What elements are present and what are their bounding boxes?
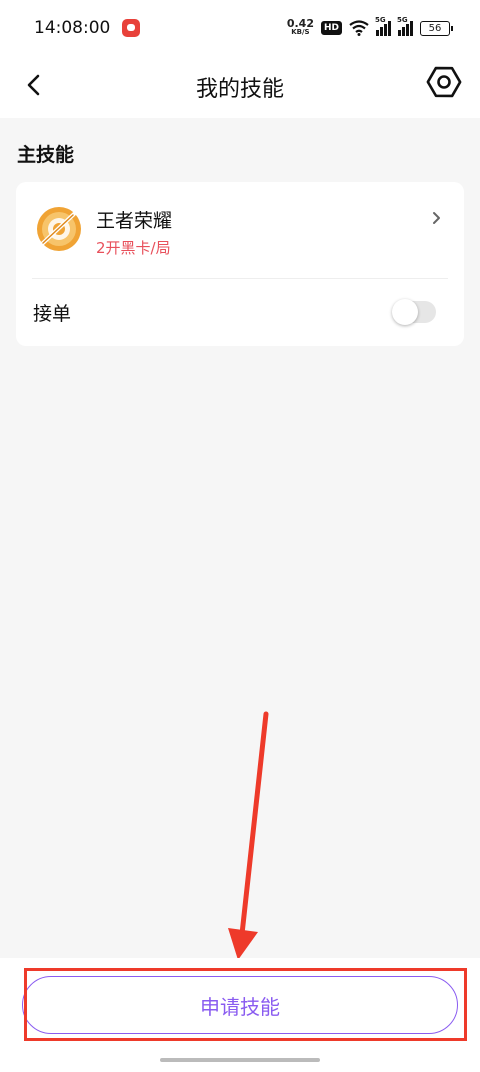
- battery-icon: 56: [420, 20, 453, 36]
- accept-orders-label: 接单: [33, 303, 72, 325]
- accept-orders-row: 接单: [16, 279, 464, 346]
- skill-row[interactable]: 王者荣耀 2开黑卡/局: [16, 182, 464, 278]
- signal-1-label: 5G: [375, 16, 386, 24]
- game-logo-icon: [37, 207, 81, 251]
- section-title: 主技能: [17, 144, 75, 166]
- status-bar: 14:08:00 0.42 KB/S HD 5G 5G 56: [0, 0, 480, 56]
- network-speed-value: 0.42: [286, 17, 314, 30]
- toggle-knob: [392, 299, 418, 325]
- skill-name: 王者荣耀: [96, 210, 173, 232]
- accept-orders-toggle[interactable]: [392, 299, 436, 325]
- hexagon-settings-icon[interactable]: [424, 62, 464, 102]
- signal-2-label: 5G: [397, 16, 408, 24]
- signal-1-icon: 5G: [375, 16, 391, 36]
- network-speed: 0.42 KB/S: [286, 17, 314, 37]
- status-indicators: 0.42 KB/S HD 5G 5G 56: [286, 16, 453, 37]
- notification-app-icon: [122, 19, 141, 37]
- app-bar: 我的技能: [0, 56, 480, 118]
- annotation-highlight-box: [24, 968, 467, 1041]
- chevron-right-icon: [433, 212, 440, 224]
- skill-card: 王者荣耀 2开黑卡/局 接单: [16, 182, 464, 346]
- chevron-left-icon[interactable]: [18, 66, 54, 102]
- skill-price: 2开黑卡/局: [96, 239, 171, 257]
- signal-2-icon: 5G: [397, 16, 413, 36]
- bottom-bar: 申请技能: [0, 958, 480, 1072]
- network-speed-unit: KB/S: [291, 28, 310, 36]
- wifi-icon: [349, 20, 369, 36]
- hd-icon: HD: [320, 21, 342, 35]
- home-indicator[interactable]: [160, 1058, 320, 1062]
- annotation-arrow-icon: [228, 711, 269, 960]
- page-title: 我的技能: [195, 77, 284, 102]
- status-time: 14:08:00: [34, 18, 111, 38]
